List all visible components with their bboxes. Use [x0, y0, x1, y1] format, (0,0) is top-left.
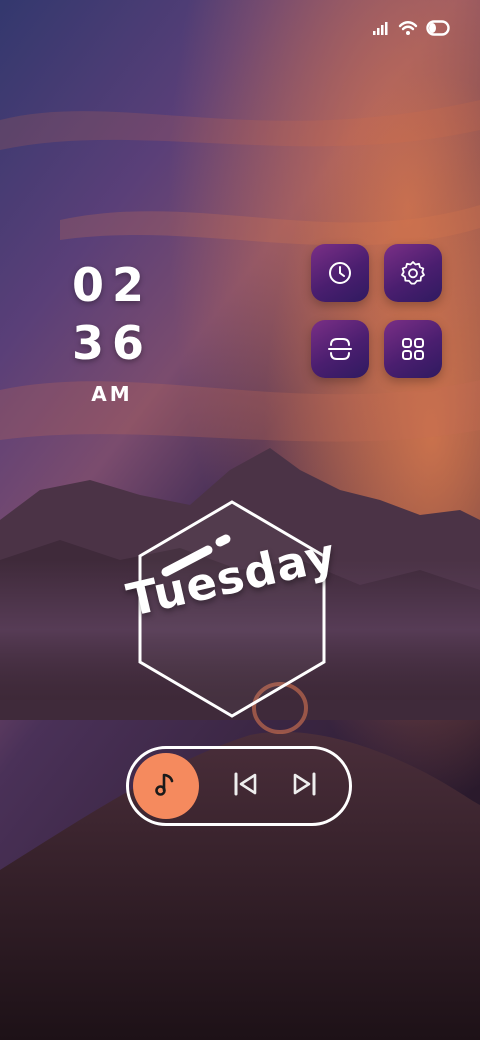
clock-icon — [327, 260, 353, 286]
apps-drawer-tile[interactable] — [384, 320, 442, 378]
next-track-icon — [290, 770, 320, 802]
settings-app-tile[interactable] — [384, 244, 442, 302]
previous-track-icon — [230, 770, 260, 802]
signal-icon — [372, 21, 390, 35]
gear-icon — [399, 259, 427, 287]
wifi-icon — [398, 20, 418, 36]
clock-app-tile[interactable] — [311, 244, 369, 302]
status-bar — [372, 14, 450, 42]
music-note-icon — [151, 769, 181, 803]
previous-track-button[interactable] — [227, 768, 263, 804]
next-track-button[interactable] — [287, 768, 323, 804]
clock-hours: 02 — [72, 258, 153, 312]
scanner-app-tile[interactable] — [311, 320, 369, 378]
music-play-button[interactable] — [133, 753, 199, 819]
battery-icon — [426, 20, 450, 36]
grid-icon — [400, 336, 426, 362]
clock-widget[interactable]: 02 36 AM — [72, 256, 152, 406]
clock-period: AM — [91, 382, 133, 406]
clock-minutes: 36 — [72, 316, 153, 370]
scan-icon — [326, 335, 354, 363]
